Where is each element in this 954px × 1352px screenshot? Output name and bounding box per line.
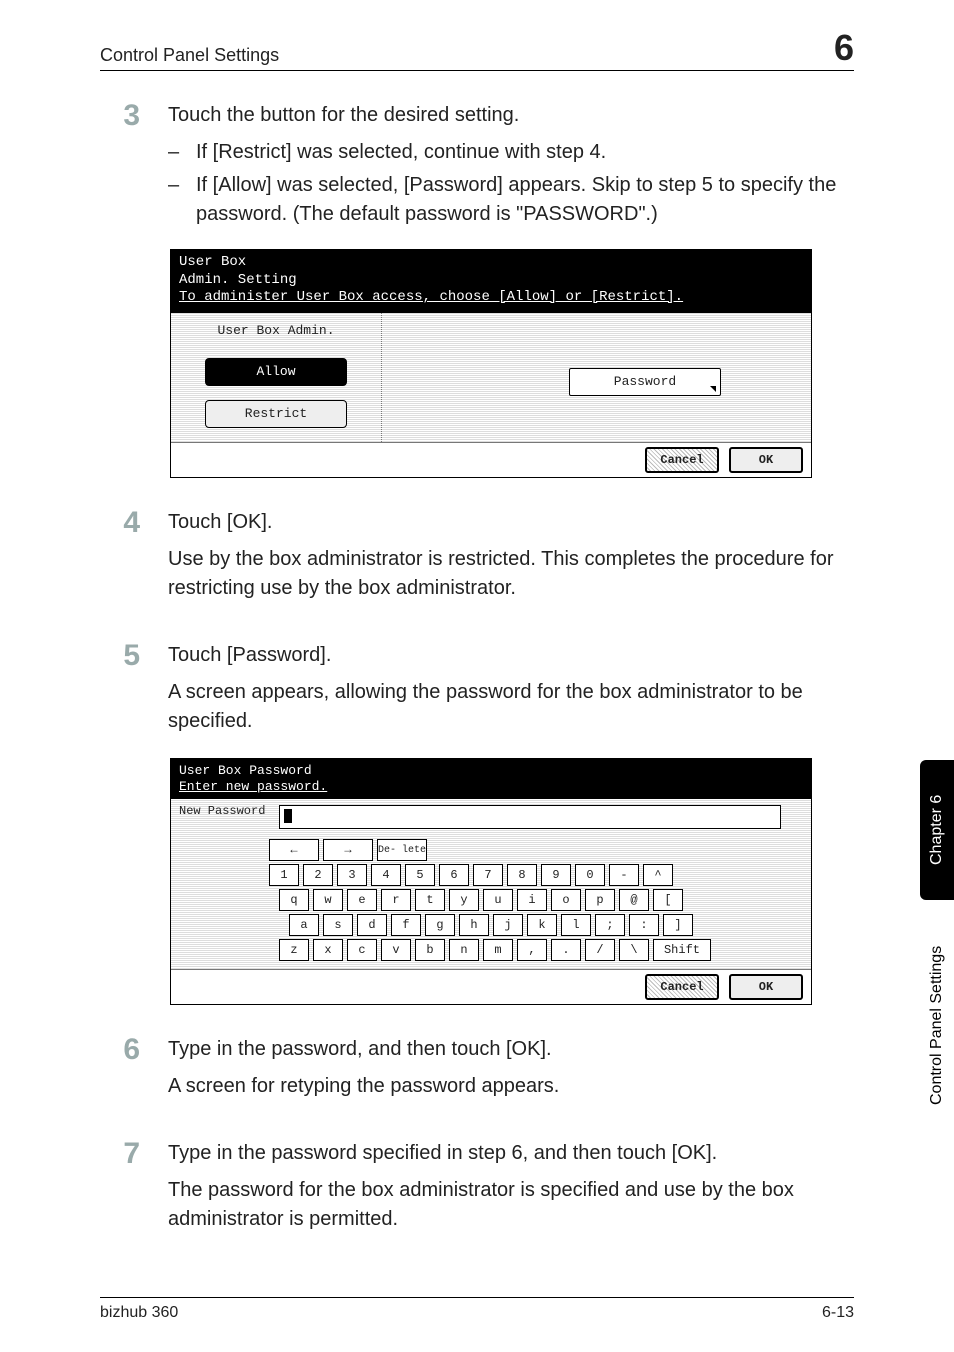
- key-u[interactable]: u: [483, 889, 513, 911]
- page-header-chapter: 6: [834, 30, 854, 66]
- key-n[interactable]: n: [449, 939, 479, 961]
- key--[interactable]: -: [609, 864, 639, 886]
- panel1-title-line1: User Box: [179, 254, 803, 272]
- panel1-caption: User Box Admin.: [217, 323, 334, 338]
- keyboard-row-z: zxcvbnm,./\Shift: [279, 939, 803, 961]
- arrow-right-key[interactable]: →: [323, 839, 373, 861]
- key-3[interactable]: 3: [337, 864, 367, 886]
- key-h[interactable]: h: [459, 914, 489, 936]
- key-\[interactable]: \: [619, 939, 649, 961]
- step4-lead: Touch [OK].: [168, 508, 854, 537]
- key-y[interactable]: y: [449, 889, 479, 911]
- panel1-cancel-button[interactable]: Cancel: [645, 447, 719, 473]
- key-m[interactable]: m: [483, 939, 513, 961]
- key-g[interactable]: g: [425, 914, 455, 936]
- key-8[interactable]: 8: [507, 864, 537, 886]
- step3-lead: Touch the button for the desired setting…: [168, 101, 854, 130]
- allow-button[interactable]: Allow: [205, 358, 347, 386]
- keyboard-row-numbers: 1234567890-^: [269, 864, 803, 886]
- key-9[interactable]: 9: [541, 864, 571, 886]
- step7-lead: Type in the password specified in step 6…: [168, 1139, 854, 1168]
- password-input[interactable]: [279, 805, 781, 829]
- panel2-ok-button[interactable]: OK: [729, 974, 803, 1000]
- key-s[interactable]: s: [323, 914, 353, 936]
- key-5[interactable]: 5: [405, 864, 435, 886]
- keyboard-row-a: asdfghjkl;:]: [289, 914, 803, 936]
- key-/[interactable]: /: [585, 939, 615, 961]
- step5-lead: Touch [Password].: [168, 641, 854, 670]
- panel1-prompt: To administer User Box access, choose [A…: [179, 289, 803, 307]
- lcd-panel-userbox-admin: User Box Admin. Setting To administer Us…: [170, 249, 812, 478]
- panel2-prompt: Enter new password.: [179, 779, 803, 795]
- key-i[interactable]: i: [517, 889, 547, 911]
- step6-lead: Type in the password, and then touch [OK…: [168, 1035, 854, 1064]
- key-0[interactable]: 0: [575, 864, 605, 886]
- step-number-3: 3: [100, 101, 140, 131]
- key-v[interactable]: v: [381, 939, 411, 961]
- panel1-ok-button[interactable]: OK: [729, 447, 803, 473]
- key-:[interactable]: :: [629, 914, 659, 936]
- side-tab-chapter: Chapter 6: [920, 760, 954, 900]
- key-;[interactable]: ;: [595, 914, 625, 936]
- lcd-panel-password-keyboard: User Box Password Enter new password. Ne…: [170, 758, 812, 1006]
- step6-para: A screen for retyping the password appea…: [168, 1072, 854, 1101]
- step-number-5: 5: [100, 641, 140, 671]
- key-j[interactable]: j: [493, 914, 523, 936]
- key-b[interactable]: b: [415, 939, 445, 961]
- page-header-title: Control Panel Settings: [100, 45, 279, 66]
- key-^[interactable]: ^: [643, 864, 673, 886]
- step-number-6: 6: [100, 1035, 140, 1065]
- password-button[interactable]: Password: [569, 368, 721, 396]
- restrict-button[interactable]: Restrict: [205, 400, 347, 428]
- key-r[interactable]: r: [381, 889, 411, 911]
- footer-left: bizhub 360: [100, 1304, 178, 1322]
- step3-bullet-2: If [Allow] was selected, [Password] appe…: [168, 171, 854, 229]
- key-2[interactable]: 2: [303, 864, 333, 886]
- key-@[interactable]: @: [619, 889, 649, 911]
- step-number-4: 4: [100, 508, 140, 538]
- key-f[interactable]: f: [391, 914, 421, 936]
- key-q[interactable]: q: [279, 889, 309, 911]
- panel2-cancel-button[interactable]: Cancel: [645, 974, 719, 1000]
- key-d[interactable]: d: [357, 914, 387, 936]
- key-e[interactable]: e: [347, 889, 377, 911]
- key-c[interactable]: c: [347, 939, 377, 961]
- step3-bullet-1: If [Restrict] was selected, continue wit…: [168, 138, 854, 167]
- panel2-title: User Box Password: [179, 763, 803, 779]
- key-.[interactable]: .: [551, 939, 581, 961]
- key-[[interactable]: [: [653, 889, 683, 911]
- key-a[interactable]: a: [289, 914, 319, 936]
- key-p[interactable]: p: [585, 889, 615, 911]
- side-tab-section: Control Panel Settings: [920, 910, 954, 1140]
- arrow-left-key[interactable]: ←: [269, 839, 319, 861]
- keyboard-row-q: qwertyuiop@[: [279, 889, 803, 911]
- key-7[interactable]: 7: [473, 864, 503, 886]
- panel2-field-label: New Password: [179, 805, 265, 818]
- step7-para: The password for the box administrator i…: [168, 1176, 854, 1234]
- step-number-7: 7: [100, 1139, 140, 1169]
- key-k[interactable]: k: [527, 914, 557, 936]
- footer-right: 6-13: [822, 1304, 854, 1322]
- key-z[interactable]: z: [279, 939, 309, 961]
- shift-key[interactable]: Shift: [653, 939, 711, 961]
- key-t[interactable]: t: [415, 889, 445, 911]
- step5-para: A screen appears, allowing the password …: [168, 678, 854, 736]
- key-l[interactable]: l: [561, 914, 591, 936]
- key-][interactable]: ]: [663, 914, 693, 936]
- key-4[interactable]: 4: [371, 864, 401, 886]
- key-6[interactable]: 6: [439, 864, 469, 886]
- key-1[interactable]: 1: [269, 864, 299, 886]
- key-,[interactable]: ,: [517, 939, 547, 961]
- delete-key[interactable]: De- lete: [377, 839, 427, 861]
- step4-para: Use by the box administrator is restrict…: [168, 545, 854, 603]
- key-w[interactable]: w: [313, 889, 343, 911]
- panel1-title-line2: Admin. Setting: [179, 272, 803, 290]
- text-caret: [284, 809, 292, 823]
- key-x[interactable]: x: [313, 939, 343, 961]
- key-o[interactable]: o: [551, 889, 581, 911]
